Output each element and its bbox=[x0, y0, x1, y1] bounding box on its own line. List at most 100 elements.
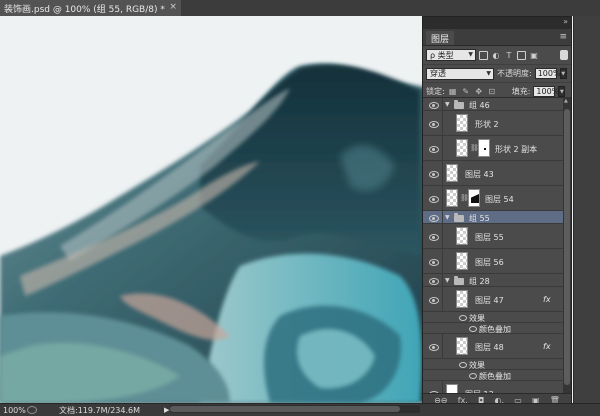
document-size: 文档:119.7M/234.6M bbox=[59, 405, 140, 415]
group-expand-icon[interactable]: ▼ bbox=[445, 214, 450, 221]
layer-effects-fx-icon[interactable]: fx bbox=[543, 342, 551, 351]
adjustment-filter-icon[interactable]: ◐ bbox=[491, 50, 501, 60]
blend-mode-select[interactable]: 穿透 ▼ bbox=[426, 67, 494, 80]
type-filter-icon[interactable]: T bbox=[504, 50, 514, 60]
fill-dropdown-icon[interactable]: ▼ bbox=[558, 86, 566, 97]
lock-transparent-icon[interactable]: ▦ bbox=[448, 87, 458, 96]
layer-effect-row[interactable]: 颜色叠加 bbox=[423, 370, 563, 381]
zoom-level[interactable]: 100% bbox=[0, 406, 27, 415]
opacity-label: 不透明度: bbox=[497, 69, 532, 78]
blend-mode-value: 穿透 bbox=[430, 69, 446, 78]
scroll-up-icon[interactable]: ▲ bbox=[564, 98, 568, 104]
layer-row[interactable]: ⛓ 形状 2 副本 bbox=[423, 136, 563, 161]
layer-mask-thumbnail[interactable] bbox=[468, 189, 480, 207]
tab-layers-label: 图层 bbox=[431, 34, 450, 45]
row-divider bbox=[442, 274, 443, 286]
visibility-eye-icon[interactable] bbox=[428, 214, 440, 222]
filter-type-select[interactable]: ρ 类型 ▼ bbox=[426, 49, 476, 61]
chevron-down-icon: ▼ bbox=[468, 51, 473, 58]
lock-all-icon[interactable]: ⊡ bbox=[487, 87, 497, 96]
layer-thumbnail bbox=[456, 114, 468, 132]
layer-name: 颜色叠加 bbox=[479, 371, 511, 381]
layer-name: 图层 55 bbox=[475, 232, 504, 242]
collapse-icon[interactable]: » bbox=[563, 17, 568, 26]
layer-row[interactable]: fx 图层 48 bbox=[423, 334, 563, 359]
layer-effect-row[interactable]: 效果 bbox=[423, 359, 563, 370]
layer-group-row[interactable]: ▼ 组 46 bbox=[423, 98, 563, 111]
pixel-filter-icon[interactable] bbox=[479, 50, 488, 60]
layer-group-row[interactable]: ▼ 组 28 bbox=[423, 274, 563, 287]
row-divider bbox=[442, 287, 443, 311]
panel-menu-icon[interactable]: ≡ bbox=[559, 32, 567, 42]
layer-row[interactable]: fx 图层 47 bbox=[423, 287, 563, 312]
effect-visibility-eye-icon[interactable] bbox=[459, 315, 467, 321]
effect-visibility-eye-icon[interactable] bbox=[459, 362, 467, 368]
layer-thumbnail bbox=[446, 164, 458, 182]
visibility-eye-icon[interactable] bbox=[428, 101, 440, 109]
layer-row[interactable]: 图层 55 bbox=[423, 224, 563, 249]
opacity-input[interactable]: 100% bbox=[534, 68, 561, 79]
effect-visibility-eye-icon[interactable] bbox=[469, 326, 477, 332]
scrollbar-thumb[interactable] bbox=[564, 109, 570, 385]
layer-effect-row[interactable]: 效果 bbox=[423, 312, 563, 323]
visibility-eye-icon[interactable] bbox=[428, 195, 440, 203]
row-divider bbox=[442, 98, 443, 110]
layer-name: 组 55 bbox=[469, 213, 490, 223]
group-expand-icon[interactable]: ▼ bbox=[445, 277, 450, 284]
layer-row[interactable]: ⛓ 图层 54 bbox=[423, 186, 563, 211]
visibility-eye-icon[interactable] bbox=[428, 170, 440, 178]
visibility-eye-icon[interactable] bbox=[428, 277, 440, 285]
close-icon[interactable]: × bbox=[169, 2, 177, 12]
layers-scrollbar[interactable]: ▲ bbox=[563, 97, 571, 393]
filter-type-value: ρ 类型 bbox=[430, 50, 454, 60]
panel-tab-bar: 图层 ≡ bbox=[423, 29, 571, 46]
group-expand-icon[interactable]: ▼ bbox=[445, 101, 450, 108]
smart-object-filter-icon[interactable]: ▣ bbox=[529, 50, 539, 60]
horizontal-scrollbar[interactable] bbox=[170, 405, 420, 413]
lock-label: 锁定: bbox=[426, 87, 445, 96]
visibility-eye-icon[interactable] bbox=[428, 343, 440, 351]
row-divider bbox=[442, 186, 443, 210]
layer-name: 效果 bbox=[469, 360, 485, 370]
layer-thumbnail bbox=[446, 189, 458, 207]
shape-filter-icon[interactable] bbox=[517, 50, 526, 60]
layer-thumbnail bbox=[456, 290, 468, 308]
layer-thumbnail bbox=[456, 227, 468, 245]
layer-row[interactable]: 形状 2 bbox=[423, 111, 563, 136]
visibility-eye-icon[interactable] bbox=[428, 296, 440, 304]
layer-effects-fx-icon[interactable]: fx bbox=[543, 295, 551, 304]
document-tab[interactable]: 装饰画.psd @ 100% (组 55, RGB/8) * × bbox=[0, 0, 181, 16]
folder-icon bbox=[454, 276, 464, 285]
lock-position-icon[interactable]: ✥ bbox=[474, 87, 484, 96]
layer-name: 组 46 bbox=[469, 100, 490, 110]
filter-row: ρ 类型 ▼ ◐ T ▣ bbox=[423, 46, 571, 64]
layer-row[interactable]: 图层 56 bbox=[423, 249, 563, 274]
layer-row[interactable]: 图层 43 bbox=[423, 161, 563, 186]
filter-toggle[interactable] bbox=[560, 50, 568, 60]
layer-mask-thumbnail[interactable] bbox=[478, 139, 490, 157]
visibility-eye-icon[interactable] bbox=[428, 145, 440, 153]
layer-effect-row[interactable]: 颜色叠加 bbox=[423, 323, 563, 334]
layer-thumbnail bbox=[456, 252, 468, 270]
row-divider bbox=[442, 249, 443, 273]
fill-input[interactable]: 100% bbox=[533, 86, 559, 97]
layer-group-row[interactable]: ▼ 组 55 bbox=[423, 211, 563, 224]
scrollbar-thumb[interactable] bbox=[170, 406, 400, 412]
row-divider bbox=[442, 161, 443, 185]
lock-image-icon[interactable]: ✎ bbox=[461, 87, 471, 96]
panel-header[interactable]: » bbox=[423, 17, 571, 29]
document-tab-bar: 装饰画.psd @ 100% (组 55, RGB/8) * × bbox=[0, 0, 600, 17]
visibility-eye-icon[interactable] bbox=[428, 258, 440, 266]
layer-thumbnail bbox=[456, 139, 468, 157]
visibility-eye-icon[interactable] bbox=[428, 120, 440, 128]
row-divider bbox=[442, 224, 443, 248]
effect-visibility-eye-icon[interactable] bbox=[469, 373, 477, 379]
layer-name: 图层 43 bbox=[465, 169, 494, 179]
status-info-icon[interactable] bbox=[27, 406, 37, 414]
visibility-eye-icon[interactable] bbox=[428, 233, 440, 241]
layers-list: ▼ 组 46 形状 2 ⛓ 形状 2 副本图层 43 ⛓ 图层 54 ▼ 组 55 图层 55 图层… bbox=[423, 97, 563, 394]
opacity-dropdown-icon[interactable]: ▼ bbox=[559, 68, 567, 79]
tab-layers[interactable]: 图层 bbox=[426, 31, 455, 45]
panel-dock bbox=[573, 16, 600, 408]
status-menu-arrow-icon[interactable]: ▶ bbox=[164, 406, 169, 414]
